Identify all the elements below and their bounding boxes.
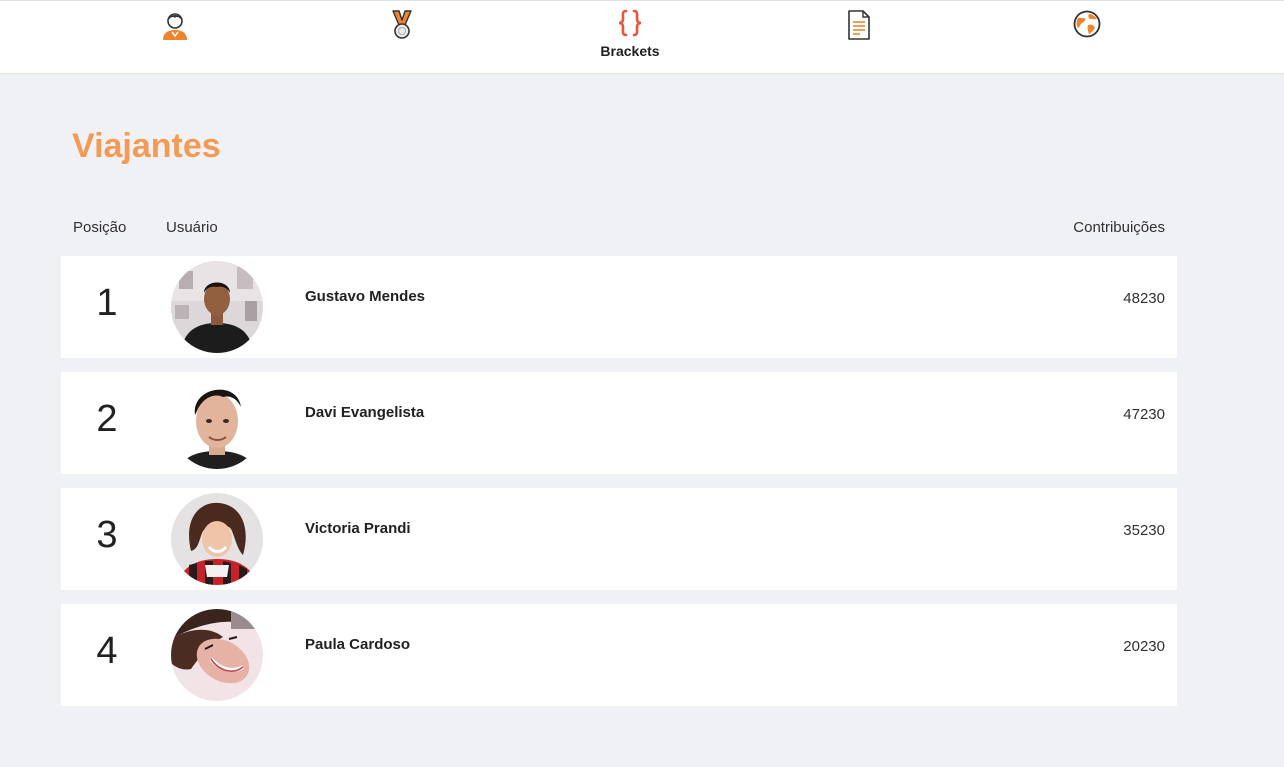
nav-item-globe[interactable] xyxy=(1027,9,1147,39)
column-header-position: Posição xyxy=(73,219,127,236)
avatar xyxy=(171,609,263,701)
rank-number: 3 xyxy=(96,514,118,556)
nav-item-documents[interactable] xyxy=(799,9,919,41)
table-row[interactable]: 1 Gustavo Mendes 48230 xyxy=(61,256,1177,358)
user-avatar-icon xyxy=(161,9,189,41)
user-name: Davi Evangelista xyxy=(305,404,425,421)
nav-item-profile[interactable] xyxy=(115,9,235,41)
top-navigation: Brackets xyxy=(0,0,1284,74)
contribution-count: 35230 xyxy=(1123,522,1165,539)
contribution-count: 47230 xyxy=(1123,406,1165,423)
column-header-contributions: Contribuições xyxy=(1073,219,1165,236)
document-icon xyxy=(847,9,871,41)
rank-number: 4 xyxy=(96,630,118,672)
avatar xyxy=(171,377,263,469)
medal-icon xyxy=(389,9,415,41)
avatar xyxy=(171,261,263,353)
rank-number: 2 xyxy=(96,398,118,440)
user-name: Gustavo Mendes xyxy=(305,288,426,305)
column-header-user: Usuário xyxy=(166,219,218,236)
user-name: Paula Cardoso xyxy=(305,636,411,653)
table-row[interactable]: 4 Paula Cardoso 20230 xyxy=(61,604,1177,706)
contribution-count: 48230 xyxy=(1123,290,1165,307)
table-row[interactable]: 3 Victoria Prandi 35230 xyxy=(61,488,1177,590)
curly-braces-icon xyxy=(617,9,643,37)
nav-item-medals[interactable] xyxy=(342,9,462,41)
page-title: Viajantes xyxy=(72,127,221,165)
nav-label-brackets: Brackets xyxy=(600,43,660,59)
globe-icon xyxy=(1072,9,1102,39)
user-name: Victoria Prandi xyxy=(305,520,411,537)
nav-item-brackets[interactable]: Brackets xyxy=(570,9,690,59)
rank-number: 1 xyxy=(96,282,118,324)
contribution-count: 20230 xyxy=(1123,638,1165,655)
avatar xyxy=(171,493,263,585)
table-row[interactable]: 2 Davi Evangelista 47230 xyxy=(61,372,1177,474)
